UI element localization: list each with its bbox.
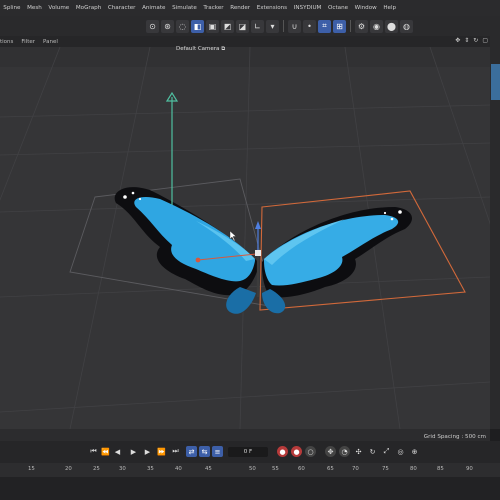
toolbar-divider <box>283 20 284 32</box>
menu-volume[interactable]: Volume <box>45 5 72 11</box>
camera-label: Default Camera ⧉ <box>176 46 225 53</box>
point-level-key-icon[interactable]: ⊕ <box>409 446 420 457</box>
timeline-tick: 65 <box>327 466 334 472</box>
dot-icon[interactable]: • <box>303 19 316 33</box>
gizmo-x-handle-icon[interactable] <box>195 257 201 263</box>
position-key-icon[interactable]: ✥ <box>325 446 336 457</box>
keyframe-selection-icon[interactable]: ○ <box>305 446 316 457</box>
menu-character[interactable]: Character <box>105 5 139 11</box>
rotate-key-icon[interactable]: ↻ <box>367 446 378 457</box>
timeline-tick: 80 <box>410 466 417 472</box>
move-key-icon[interactable]: ✣ <box>353 446 364 457</box>
3d-viewport[interactable] <box>0 47 490 429</box>
timeline-tick: 55 <box>272 466 279 472</box>
model-mode-icon[interactable]: ◧ <box>191 19 204 33</box>
main-menu-bar: Spline Mesh Volume MoGraph Character Ani… <box>0 0 500 16</box>
rotate-view-icon[interactable]: ↻ <box>473 37 478 44</box>
toolbar-group-modes: ⊙ ⊛ ◌ ◧ ▣ ◩ ◪ ∟ ▾ ∪ • ⌗ ⊞ ⚙ ◉ ⬤ ◍ <box>146 18 413 34</box>
camera-label-text: Default Camera <box>176 46 220 52</box>
viewport-status-line <box>0 429 490 441</box>
butterfly-model[interactable] <box>114 187 413 314</box>
menu-spline[interactable]: Spline <box>0 5 24 11</box>
autokey-icon[interactable]: ● <box>291 446 302 457</box>
zoom-view-icon[interactable]: ⇕ <box>464 37 469 44</box>
go-to-start-icon[interactable]: ⏮ <box>88 446 99 457</box>
floor-grid <box>0 47 490 429</box>
current-frame-field[interactable]: 0 F <box>228 447 268 457</box>
camera-link-icon[interactable]: ⧉ <box>221 46 225 52</box>
axis-mode-icon[interactable]: ∟ <box>251 19 264 33</box>
menu-simulate[interactable]: Simulate <box>169 5 200 11</box>
timeline-tick: 20 <box>65 466 72 472</box>
timeline-tick: 85 <box>437 466 444 472</box>
viewport-nav-icons: ✥ ⇕ ↻ ▢ <box>455 37 488 44</box>
menu-mesh[interactable]: Mesh <box>24 5 45 11</box>
viewport-scene <box>0 47 490 429</box>
viewport-menu-panel[interactable]: Panel <box>43 39 58 45</box>
menu-window[interactable]: Window <box>351 5 380 11</box>
octane-render-icon[interactable]: ◉ <box>370 19 383 33</box>
go-to-end-icon[interactable]: ⏭ <box>170 446 181 457</box>
record-active-icon[interactable]: ● <box>277 446 288 457</box>
viewport-menu-bar: tions Filter Panel <box>0 36 490 47</box>
edge-mode-icon[interactable]: ◩ <box>221 19 234 33</box>
play-icon[interactable]: ▶ <box>128 446 139 457</box>
param-key-icon[interactable]: ◎ <box>395 446 406 457</box>
playback-mode-icon[interactable]: ≡ <box>212 446 223 457</box>
menu-octane[interactable]: Octane <box>325 5 352 11</box>
main-toolbar: ⊙ ⊛ ◌ ◧ ▣ ◩ ◪ ∟ ▾ ∪ • ⌗ ⊞ ⚙ ◉ ⬤ ◍ <box>0 16 500 36</box>
gizmo-z-arrow-icon[interactable] <box>255 221 261 229</box>
viewport-menu-options[interactable]: tions <box>0 39 13 45</box>
timeline-tick: 60 <box>298 466 305 472</box>
viewport-menu-filter[interactable]: Filter <box>21 39 35 45</box>
dropdown-icon[interactable]: ▾ <box>266 19 279 33</box>
gizmo-center-handle[interactable] <box>255 250 261 256</box>
timeline-tick: 35 <box>147 466 154 472</box>
menu-extensions[interactable]: Extensions <box>253 5 290 11</box>
timeline-tick: 15 <box>28 466 35 472</box>
current-frame-value: 0 F <box>243 449 253 455</box>
timeline-tick: 70 <box>352 466 359 472</box>
polygon-mode-icon[interactable]: ◪ <box>236 19 249 33</box>
timeline-tick: 75 <box>382 466 389 472</box>
previous-frame-icon[interactable]: ◀ <box>112 446 123 457</box>
menu-mograph[interactable]: MoGraph <box>73 5 105 11</box>
menu-animate[interactable]: Animate <box>139 5 169 11</box>
menu-tracker[interactable]: Tracker <box>200 5 227 11</box>
menu-insydium[interactable]: INSYDIUM <box>290 5 324 11</box>
timeline-tick: 50 <box>249 466 256 472</box>
toggle-view-icon[interactable]: ▢ <box>482 37 488 44</box>
bottom-panel <box>0 477 500 500</box>
material-thumbnail[interactable] <box>491 64 500 100</box>
toolbar-divider <box>350 20 351 32</box>
timeline-tick: 45 <box>205 466 212 472</box>
timeline-tick: 30 <box>119 466 126 472</box>
octane-logo-icon[interactable]: ◍ <box>400 19 413 33</box>
next-frame-icon[interactable]: ▶ <box>142 446 153 457</box>
next-key-icon[interactable]: ⏩ <box>156 446 167 457</box>
preview-range-icon[interactable]: ⇆ <box>199 446 210 457</box>
snap-icon[interactable]: ⊙ <box>146 19 159 33</box>
snap-grid-icon[interactable]: ⌗ <box>318 19 331 33</box>
grid-spacing-readout: Grid Spacing : 500 cm <box>423 434 486 440</box>
magnet-icon[interactable]: ∪ <box>288 19 301 33</box>
scale-key-icon[interactable]: ◔ <box>339 446 350 457</box>
timeline-tick: 25 <box>93 466 100 472</box>
timeline-tick: 40 <box>175 466 182 472</box>
object-mode-icon[interactable]: ▣ <box>206 19 219 33</box>
scale-key-toggle-icon[interactable]: ⤢ <box>381 446 392 457</box>
menu-render[interactable]: Render <box>227 5 254 11</box>
workplane-icon[interactable]: ⊞ <box>333 19 346 33</box>
loop-icon[interactable]: ⇄ <box>186 446 197 457</box>
octane-settings-icon[interactable]: ⚙ <box>355 19 368 33</box>
record-keys-icon[interactable]: ⊛ <box>161 19 174 33</box>
previous-key-icon[interactable]: ⏪ <box>100 446 111 457</box>
move-view-icon[interactable]: ✥ <box>455 37 460 44</box>
menu-help[interactable]: Help <box>380 5 399 11</box>
octane-live-viewer-icon[interactable]: ⬤ <box>385 19 398 33</box>
points-mode-icon[interactable]: ◌ <box>176 19 189 33</box>
timeline-tick: 90 <box>466 466 473 472</box>
viewport-top-shade <box>0 47 490 67</box>
